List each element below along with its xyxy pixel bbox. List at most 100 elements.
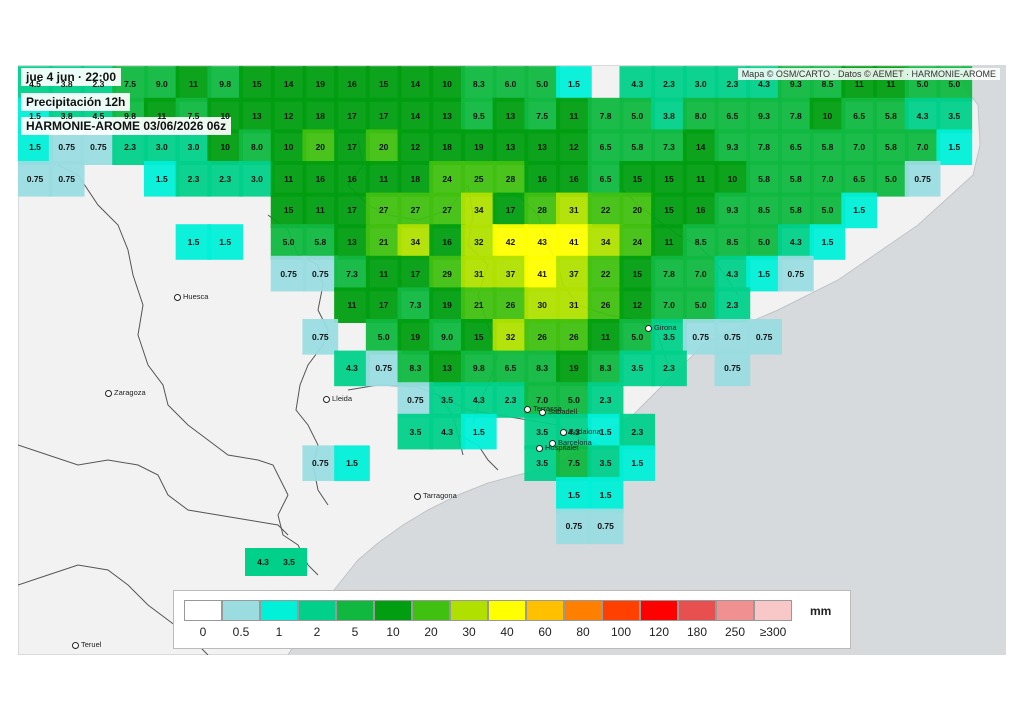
precip-value: 14 — [283, 79, 294, 89]
precip-value: 27 — [410, 205, 421, 216]
precip-value: 22 — [600, 268, 611, 279]
precip-value: 5.8 — [884, 110, 897, 121]
legend-label: 80 — [576, 625, 590, 639]
precip-value: 27 — [442, 205, 452, 216]
precip-value: 5.0 — [916, 79, 929, 89]
city-dot-icon — [414, 492, 421, 500]
legend-swatch — [450, 600, 488, 621]
precipitation-legend: 0 0.5 1 2 5 10 20 30 40 60 80 100 120 180 250 ≥300 mm — [173, 590, 851, 649]
precip-value: 6.5 — [789, 142, 802, 153]
precip-value: 20 — [315, 142, 326, 153]
precip-value: 15 — [632, 173, 643, 184]
precip-value: 5.0 — [282, 237, 295, 247]
precip-value: 19 — [442, 300, 452, 311]
precip-value: 7.5 — [567, 458, 580, 469]
precip-value: 8.5 — [694, 237, 707, 247]
precip-value: 0.75 — [597, 521, 614, 532]
precip-value: 5.0 — [948, 79, 961, 89]
precip-value: 7.8 — [663, 268, 675, 279]
precip-value: 1.5 — [472, 426, 485, 437]
precip-value: 7.0 — [821, 173, 834, 184]
legend-unit: mm — [810, 604, 832, 618]
precip-value: 8.0 — [250, 142, 263, 153]
city-hospitalet[interactable]: Hospitalet — [536, 443, 578, 452]
precip-value: 4.3 — [441, 426, 454, 437]
legend-swatch — [754, 600, 792, 621]
precip-value: 5.0 — [631, 331, 644, 342]
precip-value: 2.3 — [92, 79, 105, 89]
precip-value: 28 — [537, 205, 547, 216]
legend-color-bar — [184, 600, 792, 621]
legend-swatch — [336, 600, 374, 621]
precip-value: 2.3 — [663, 363, 675, 374]
legend-labels: 0 0.5 1 2 5 10 20 30 40 60 80 100 120 180 250 ≥300 — [184, 625, 844, 641]
precip-value: 2.3 — [726, 79, 739, 89]
variable-name: Precipitación 12h — [21, 93, 131, 111]
precip-value: 19 — [569, 363, 579, 374]
precip-value: 0.75 — [312, 331, 329, 342]
city-girona[interactable]: Girona — [645, 323, 677, 332]
precip-value: 0.75 — [26, 173, 44, 184]
precip-value: 8.5 — [821, 79, 834, 89]
legend-swatch — [526, 600, 564, 621]
precip-value: 4.3 — [346, 363, 358, 374]
city-tarragona[interactable]: Tarragona — [414, 491, 457, 500]
precip-value: 3.5 — [536, 458, 549, 469]
legend-swatch — [260, 600, 298, 621]
precip-value: 1.5 — [219, 237, 232, 247]
precip-value: 16 — [537, 173, 547, 184]
legend-swatch — [564, 600, 602, 621]
map-view[interactable]: jue 4 jun · 22:00 Precipitación 12h HARM… — [18, 65, 1006, 655]
precip-value: 0.75 — [407, 395, 424, 405]
city-dot-icon — [323, 395, 330, 403]
map-attribution[interactable]: Mapa © OSM/CARTO · Datos © AEMET · HARMO… — [737, 68, 1000, 80]
precip-value: 7.5 — [187, 110, 200, 121]
city-terrassa[interactable]: Terrassa — [524, 404, 562, 413]
precip-value: 6.5 — [504, 363, 517, 374]
precip-value: 7.8 — [758, 142, 771, 153]
precip-value: 37 — [569, 268, 579, 279]
legend-swatch — [184, 600, 222, 621]
legend-label: 5 — [351, 625, 359, 639]
precip-value: 28 — [505, 173, 516, 184]
precip-value: 0.75 — [58, 142, 75, 153]
legend-swatch — [678, 600, 716, 621]
city-teruel[interactable]: Teruel — [72, 640, 101, 649]
precip-value: 8.3 — [472, 79, 485, 89]
precip-value: 15 — [283, 205, 294, 216]
precip-value: 11 — [379, 173, 389, 184]
city-zaragoza[interactable]: Zaragoza — [105, 388, 146, 397]
precip-value: 5.0 — [821, 205, 834, 216]
legend-label: 1 — [275, 625, 283, 639]
precip-value: 3.5 — [599, 458, 612, 469]
city-badalona[interactable]: Badalona — [560, 427, 601, 436]
precip-value: 5.8 — [789, 173, 802, 184]
precip-value: 10 — [822, 110, 833, 121]
city-dot-icon — [536, 444, 543, 452]
precip-value: 13 — [347, 237, 357, 247]
precip-value: 16 — [569, 173, 579, 184]
precip-value: 11 — [886, 79, 896, 89]
precip-value: 15 — [378, 79, 389, 89]
precip-value: 5.0 — [567, 395, 580, 405]
precip-value: 1.5 — [29, 142, 41, 153]
precip-value: 3.5 — [948, 110, 961, 121]
precip-value: 3.0 — [155, 142, 168, 153]
precip-value: 17 — [347, 110, 357, 121]
precip-value: 11 — [347, 300, 357, 311]
precip-value: 9.8 — [124, 110, 137, 121]
legend-swatch — [640, 600, 678, 621]
city-lleida[interactable]: Lleida — [323, 394, 352, 403]
precip-value: 17 — [410, 268, 421, 279]
precip-value: 7.3 — [346, 268, 358, 279]
precip-value: 7.5 — [124, 79, 137, 89]
precip-value: 0.75 — [565, 521, 583, 532]
precip-value: 15 — [664, 173, 674, 184]
precip-value: 2.3 — [663, 79, 675, 89]
precip-value: 0.75 — [90, 142, 107, 153]
precip-value: 41 — [537, 268, 547, 279]
precip-value: 20 — [632, 205, 643, 216]
precip-value: 7.8 — [789, 110, 802, 121]
legend-swatch — [716, 600, 754, 621]
city-huesca[interactable]: Huesca — [174, 292, 208, 301]
